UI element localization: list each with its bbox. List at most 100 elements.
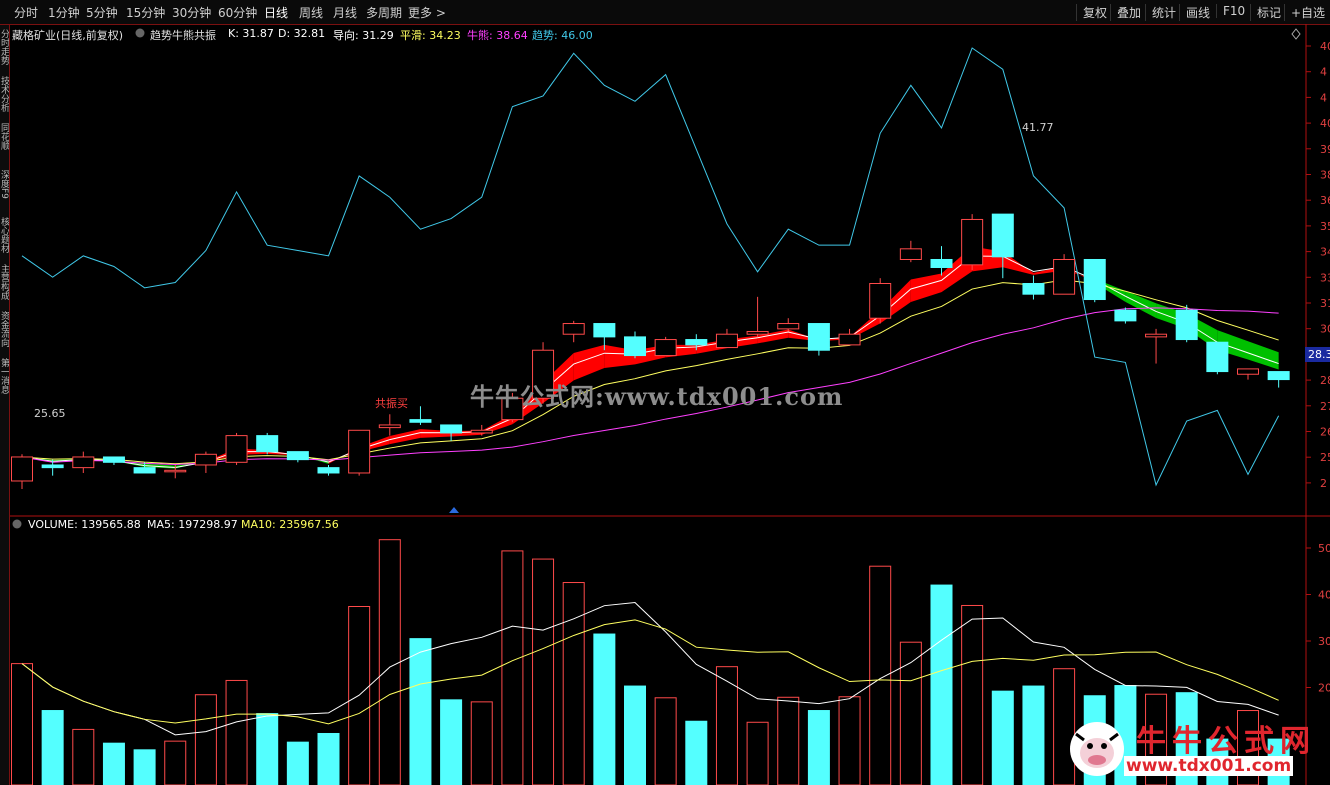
price-tick-label: 31 — [1320, 297, 1330, 310]
volume-bar — [164, 740, 187, 785]
volume-bar — [286, 741, 309, 785]
candle-body — [286, 451, 309, 461]
candle-body — [378, 424, 401, 429]
volume-bar — [838, 696, 861, 785]
volume-bar — [930, 584, 953, 785]
ph-value: 平滑: 34.23 — [400, 29, 461, 42]
candle-body — [256, 435, 279, 453]
candle-body — [562, 323, 585, 335]
price-tick-label: 40 — [1320, 40, 1330, 53]
price-tick-label: 30 — [1320, 323, 1330, 336]
candle-body — [869, 283, 892, 319]
volume-bar — [961, 604, 984, 785]
candle-body — [409, 419, 432, 423]
cow-logo-icon — [1070, 722, 1124, 776]
candle-body — [1175, 309, 1198, 341]
price-tick-label: 4 — [1320, 91, 1327, 104]
volume-bar — [225, 679, 248, 785]
price-tick-label: 25 — [1320, 451, 1330, 464]
price-tick-label: 36 — [1320, 194, 1330, 207]
volume-bar — [746, 721, 769, 785]
price-tick-label: 38 — [1320, 169, 1330, 182]
candle-body — [1145, 333, 1168, 338]
collapse-icon — [12, 519, 22, 529]
candle-body — [961, 218, 984, 266]
candle-body — [133, 467, 156, 474]
candle-body — [225, 435, 248, 463]
ma-yellow-line — [21, 279, 1279, 465]
price-tick-label: 40 — [1320, 117, 1330, 130]
volume-bar — [715, 666, 738, 785]
trend-band — [389, 429, 421, 445]
candle-body — [1022, 283, 1045, 295]
price-tag: 28.3 — [1305, 347, 1330, 362]
indicator-name[interactable]: 趋势牛熊共振 — [150, 27, 216, 43]
watermark-logo-url: www.tdx001.com — [1124, 756, 1294, 776]
candle-body — [72, 456, 95, 469]
volume-bar — [777, 696, 800, 785]
volume-tick-label: 20 — [1318, 682, 1330, 695]
ma5-value: MA5: 197298.97 — [147, 518, 238, 531]
low-annotation: 25.65 — [34, 407, 66, 420]
high-annotation: 41.77 — [1022, 121, 1054, 134]
volume-bar — [991, 690, 1014, 785]
settings-diamond-icon — [1291, 28, 1301, 40]
candle-body — [715, 333, 738, 349]
ma10-value: MA10: 235967.56 — [241, 518, 339, 531]
nx-value: 牛熊: 38.64 — [467, 29, 528, 42]
candle-body — [654, 339, 677, 357]
volume-bar — [593, 633, 616, 785]
volume-bar — [102, 742, 125, 785]
trend-band — [1248, 341, 1279, 370]
price-tick-label: 28 — [1320, 374, 1330, 387]
volume-bar — [470, 701, 493, 785]
candle-body — [991, 213, 1014, 258]
price-tick-label: 35 — [1320, 220, 1330, 233]
volume-tick-label: 50 — [1318, 542, 1330, 555]
volume-bar — [501, 550, 524, 785]
volume-bar — [317, 732, 340, 785]
price-tick-label: 2 — [1320, 477, 1327, 490]
volume-bar — [409, 638, 432, 785]
volume-bar — [440, 699, 463, 785]
watermark-text: 牛牛公式网:www.tdx001.com — [470, 382, 844, 411]
price-tick-label: 27 — [1320, 400, 1330, 413]
candle-body — [11, 456, 33, 482]
volume-bar — [532, 558, 555, 785]
price-tick-label: 26 — [1320, 426, 1330, 439]
candle-body — [777, 323, 800, 330]
signal-annotation: 共振买 — [375, 397, 408, 410]
candle-body — [838, 333, 861, 346]
volume-bar — [869, 565, 892, 785]
candle-body — [348, 429, 371, 474]
volume-bar — [378, 539, 401, 785]
volume-bar — [654, 697, 677, 785]
volume-tick-label: 30 — [1318, 635, 1330, 648]
stock-name: 藏格矿业(日线,前复权) — [12, 29, 124, 42]
volume-bar — [41, 710, 64, 785]
candle-body — [1114, 309, 1137, 322]
qs-value: 趋势: 46.00 — [532, 29, 593, 42]
candle-body — [41, 464, 64, 469]
candle-body — [102, 456, 125, 463]
candle-body — [164, 469, 187, 473]
candle-body — [930, 258, 953, 268]
marker-triangle-icon — [449, 507, 459, 513]
candle-body — [1206, 341, 1229, 373]
candle-body — [1267, 371, 1290, 381]
volume-bar — [133, 749, 156, 785]
candle-body — [194, 453, 217, 466]
watermark-logo: 牛牛公式网 www.tdx001.com — [1064, 716, 1326, 782]
volume-bar — [11, 663, 33, 785]
volume-bar — [194, 694, 217, 785]
d-value: D: 32.81 — [278, 27, 326, 40]
volume-bar — [256, 713, 279, 785]
candle-body — [1237, 368, 1259, 375]
price-tick-label: 33 — [1320, 271, 1330, 284]
k-value: K: 31.87 — [228, 27, 274, 40]
volume-bar — [685, 720, 708, 785]
candle-body — [807, 323, 830, 351]
volume-bar — [807, 710, 830, 785]
volume-bar — [72, 728, 95, 785]
collapse-icon — [135, 28, 145, 38]
